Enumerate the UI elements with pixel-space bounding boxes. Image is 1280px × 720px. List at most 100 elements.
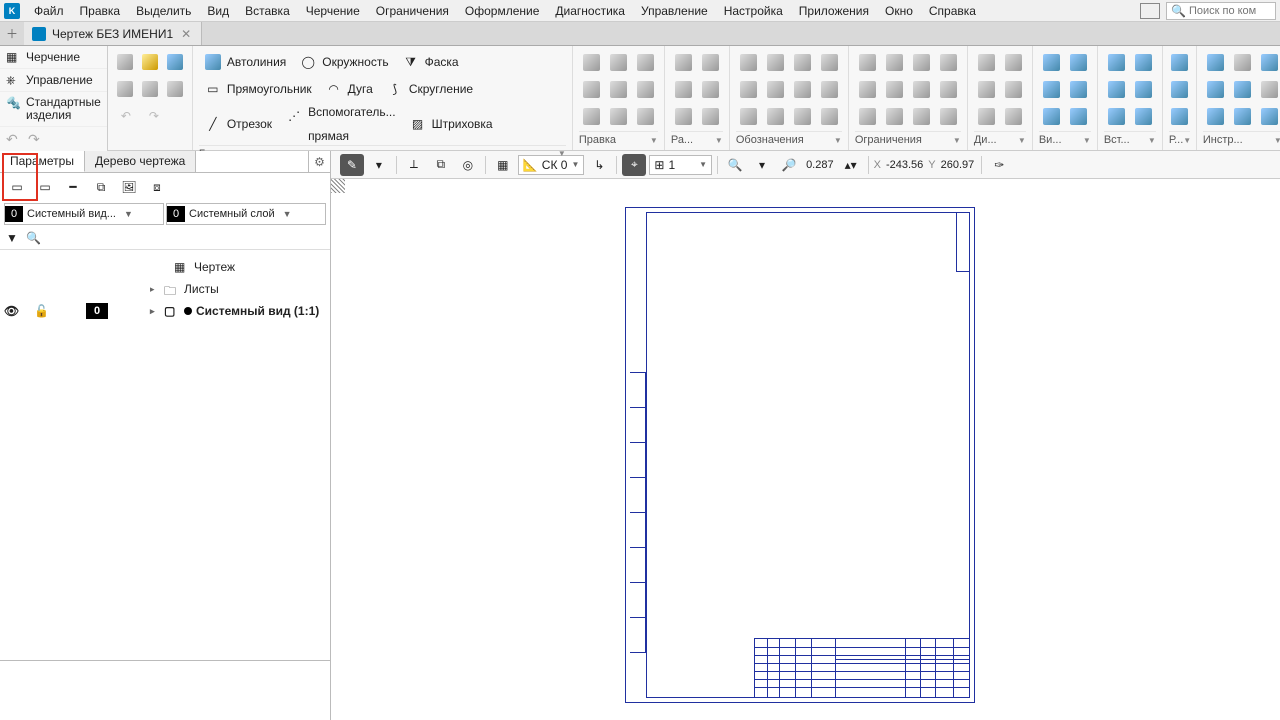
view-selector[interactable]: 0 Системный вид... ▼	[4, 203, 164, 225]
view-tool-4[interactable]	[1066, 77, 1091, 102]
zoom-lens-icon[interactable]: 🔎	[777, 154, 801, 176]
rep-dropdown-icon[interactable]: ▼	[1183, 136, 1191, 145]
page-setup-button[interactable]	[165, 77, 186, 101]
menu-view[interactable]: Вид	[199, 1, 237, 21]
insert-tool-6[interactable]	[1131, 104, 1156, 129]
open-file-button[interactable]	[139, 50, 160, 74]
diag-tool-2[interactable]	[1001, 50, 1026, 75]
insert-tool-1[interactable]	[1104, 50, 1129, 75]
constr-tool-3[interactable]	[909, 50, 934, 75]
edit-tool-3[interactable]	[633, 50, 658, 75]
tools-dropdown-icon[interactable]: ▼	[1274, 136, 1280, 145]
autoline-button[interactable]: Автолиния	[199, 50, 290, 74]
edit-tool-7[interactable]	[579, 104, 604, 129]
annot-tool-6[interactable]	[763, 77, 788, 102]
tree-root[interactable]: ▦ Чертеж	[0, 256, 330, 278]
edit-tool-5[interactable]	[606, 77, 631, 102]
command-search[interactable]: 🔍	[1166, 2, 1276, 20]
zoom-dd-icon[interactable]: ▾	[750, 154, 774, 176]
menu-manage[interactable]: Управление	[633, 1, 716, 21]
annot-tool-1[interactable]	[736, 50, 761, 75]
view-tool-2[interactable]	[1066, 50, 1091, 75]
dim-tool-4[interactable]	[698, 77, 723, 102]
view-tool-5[interactable]	[1039, 104, 1064, 129]
constr-tool-7[interactable]	[909, 77, 934, 102]
annot-tool-9[interactable]	[736, 104, 761, 129]
menu-apps[interactable]: Приложения	[791, 1, 877, 21]
tab-parameters[interactable]: Параметры	[0, 151, 85, 172]
image-icon[interactable]: 🖼	[118, 177, 140, 197]
zoom-fit-icon[interactable]: 🔍	[723, 154, 747, 176]
edit-tool-8[interactable]	[606, 104, 631, 129]
tools-tool-3[interactable]	[1257, 50, 1280, 75]
rep-tool-3[interactable]	[1169, 104, 1190, 129]
menu-settings[interactable]: Настройка	[716, 1, 791, 21]
undo-button[interactable]: ↶	[6, 131, 24, 149]
close-tab-icon[interactable]: ✕	[179, 27, 193, 41]
view-tool-6[interactable]	[1066, 104, 1091, 129]
rep-tool-1[interactable]	[1169, 50, 1190, 75]
menu-edit[interactable]: Правка	[72, 1, 129, 21]
menu-select[interactable]: Выделить	[128, 1, 199, 21]
cursor-icon[interactable]: ▭	[6, 177, 28, 197]
insert-tool-3[interactable]	[1104, 77, 1129, 102]
undo-ribbon-button[interactable]: ↶	[114, 104, 138, 128]
title-block[interactable]	[754, 638, 970, 698]
edit-tool-1[interactable]	[579, 50, 604, 75]
auxline-button[interactable]: ⋰Вспомогатель...прямая	[280, 104, 400, 145]
print-preview-button[interactable]	[139, 77, 160, 101]
dim-tool-3[interactable]	[671, 77, 696, 102]
diag-tool-1[interactable]	[974, 50, 999, 75]
constr-tool-11[interactable]	[909, 104, 934, 129]
toolset-manage[interactable]: ⎈ Управление	[0, 69, 107, 92]
tools-tool-2[interactable]	[1230, 50, 1255, 75]
constr-tool-9[interactable]	[855, 104, 880, 129]
constr-tool-2[interactable]	[882, 50, 907, 75]
insert-tool-4[interactable]	[1131, 77, 1156, 102]
diag-tool-6[interactable]	[1001, 104, 1026, 129]
chamfer-button[interactable]: ⧩Фаска	[397, 50, 463, 74]
axis-icon[interactable]: ↳	[587, 154, 611, 176]
constr-tool-5[interactable]	[855, 77, 880, 102]
step-selector[interactable]: ⊞1▼	[649, 155, 712, 175]
constr-tool-4[interactable]	[936, 50, 961, 75]
insert-tool-5[interactable]	[1104, 104, 1129, 129]
dim-tool-2[interactable]	[698, 50, 723, 75]
expand-icon[interactable]: ▸	[150, 284, 160, 295]
constr-tool-12[interactable]	[936, 104, 961, 129]
redo-ribbon-button[interactable]: ↷	[142, 104, 166, 128]
drawing-canvas[interactable]	[331, 179, 1280, 720]
hatch-button[interactable]: ▨Штриховка	[404, 112, 497, 136]
annot-tool-8[interactable]	[817, 77, 842, 102]
constr-tool-1[interactable]	[855, 50, 880, 75]
annot-tool-11[interactable]	[790, 104, 815, 129]
edit-tool-4[interactable]	[579, 77, 604, 102]
view-dropdown-icon[interactable]: ▼	[1083, 136, 1091, 145]
annot-tool-10[interactable]	[763, 104, 788, 129]
diag-dropdown-icon[interactable]: ▼	[1018, 136, 1026, 145]
tools-tool-9[interactable]	[1257, 104, 1280, 129]
dim-tool-5[interactable]	[671, 104, 696, 129]
tools-tool-8[interactable]	[1230, 104, 1255, 129]
tools-tool-4[interactable]	[1203, 77, 1228, 102]
layers-icon[interactable]: ⧉	[90, 177, 112, 197]
menu-diagnostics[interactable]: Диагностика	[547, 1, 633, 21]
toolset-stdparts[interactable]: 🔩 Стандартные изделия	[0, 92, 107, 127]
menu-insert[interactable]: Вставка	[237, 1, 298, 21]
annot-tool-3[interactable]	[790, 50, 815, 75]
constr-dropdown-icon[interactable]: ▼	[953, 136, 961, 145]
constr-tool-6[interactable]	[882, 77, 907, 102]
dim-dropdown-icon[interactable]: ▼	[715, 136, 723, 145]
panel-settings-icon[interactable]: ⚙	[308, 151, 330, 172]
tab-drawing-tree[interactable]: Дерево чертежа	[85, 151, 196, 172]
command-search-input[interactable]	[1189, 5, 1279, 17]
annot-dropdown-icon[interactable]: ▼	[834, 136, 842, 145]
constr-tool-10[interactable]	[882, 104, 907, 129]
view-tool-3[interactable]	[1039, 77, 1064, 102]
tools-tool-5[interactable]	[1230, 77, 1255, 102]
annot-tool-12[interactable]	[817, 104, 842, 129]
menu-constraints[interactable]: Ограничения	[368, 1, 457, 21]
diag-tool-4[interactable]	[1001, 77, 1026, 102]
constr-tool-8[interactable]	[936, 77, 961, 102]
page-icon[interactable]: ▭	[34, 177, 56, 197]
